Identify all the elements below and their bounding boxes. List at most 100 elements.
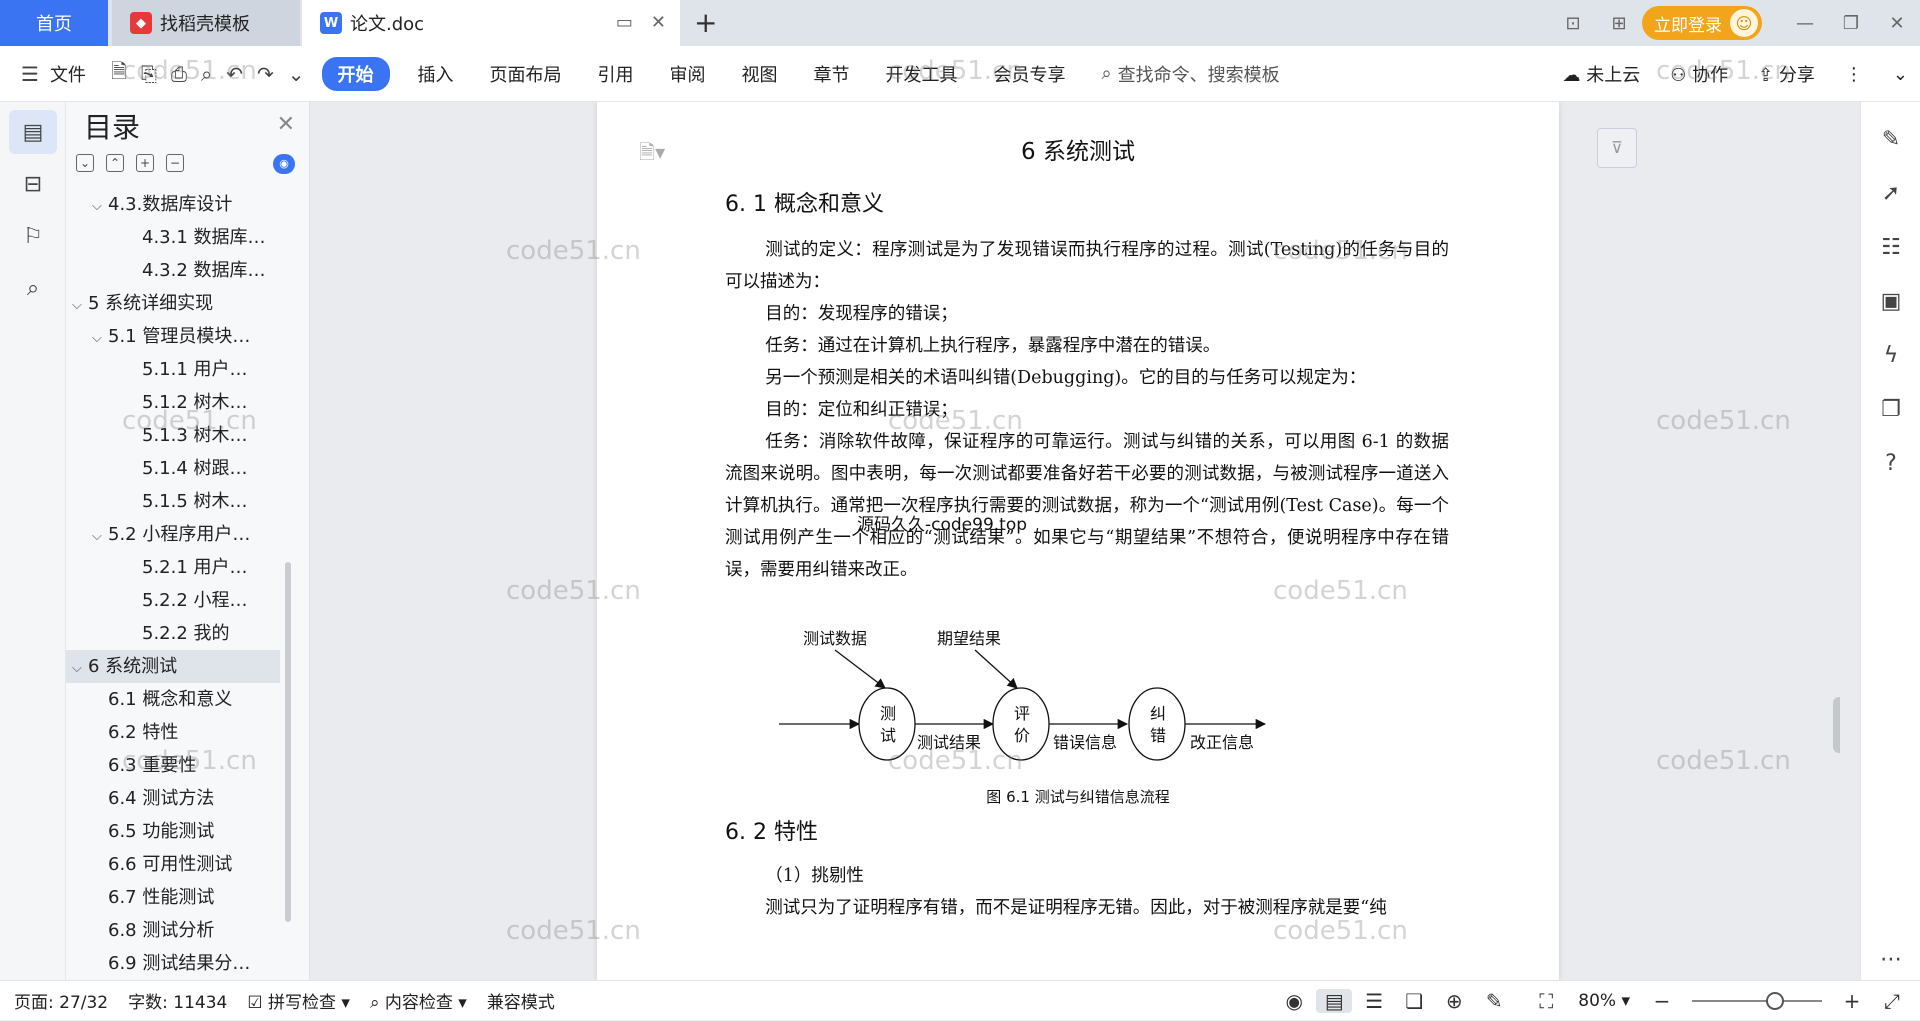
minimize-icon[interactable]: — (1782, 13, 1828, 34)
reading-layout-icon[interactable]: ⊡ (1550, 13, 1596, 34)
close-window-icon[interactable]: ✕ (1874, 13, 1920, 34)
command-search[interactable]: ⌕ 查找命令、搜索模板 (1102, 61, 1280, 87)
save-icon[interactable]: 🗎 (104, 57, 134, 91)
login-button[interactable]: 立即登录 ☺ (1642, 6, 1762, 40)
tab-review[interactable]: 审阅 (652, 61, 724, 87)
tab-member[interactable]: 会员专享 (976, 61, 1084, 87)
tab-references[interactable]: 引用 (580, 61, 652, 87)
fullscreen-icon[interactable]: ⤢ (1874, 989, 1910, 1013)
page-indicator[interactable]: 页面: 27/32 (0, 988, 118, 1013)
bookmark-icon[interactable]: ⚐ (9, 214, 57, 258)
toc-item[interactable]: ⌵5.2 小程序用户… (66, 518, 280, 551)
zoom-slider-knob[interactable] (1766, 992, 1784, 1010)
toc-item[interactable]: 5.1.2 树木… (66, 386, 280, 419)
toc-item[interactable]: 6.6 可用性测试 (66, 848, 280, 881)
vertical-scrollbar-thumb[interactable] (1833, 697, 1840, 753)
more-icon[interactable]: ⋮ (1833, 64, 1875, 85)
zoom-slider[interactable] (1692, 1000, 1822, 1002)
tab-view[interactable]: 视图 (724, 61, 796, 87)
close-icon[interactable]: ✕ (277, 112, 295, 137)
tab-document[interactable]: W 论文.doc ▭ ✕ (302, 0, 680, 46)
toc-item[interactable]: 4.3.1 数据库… (66, 221, 280, 254)
image-tools-icon[interactable]: ▣ (1861, 274, 1920, 328)
chevron-down-icon[interactable]: ⌵ (92, 520, 108, 551)
new-tab-button[interactable]: + (694, 6, 717, 39)
export-icon[interactable]: ⎘ (134, 62, 164, 86)
tab-docer-templates[interactable]: ◆ 找稻壳模板 (112, 0, 300, 46)
toc-visibility-icon[interactable]: ◉ (273, 154, 295, 174)
toc-item[interactable]: 5.1.5 树木… (66, 485, 280, 518)
content-check-button[interactable]: ⌕ 内容检查 ▾ (360, 988, 477, 1013)
chevron-down-icon[interactable]: ⌵ (72, 652, 88, 683)
toc-item[interactable]: 6.8 测试分析 (66, 914, 280, 947)
spell-check-button[interactable]: ☑ 拼写检查 ▾ (237, 988, 360, 1013)
undo-icon[interactable]: ↶ (219, 62, 250, 86)
file-menu[interactable]: 文件 (46, 61, 104, 87)
print-icon[interactable]: ⎙ (164, 62, 194, 86)
tab-page-layout[interactable]: 页面布局 (472, 61, 580, 87)
menu-icon[interactable]: ☰ (14, 62, 46, 86)
toc-item[interactable]: ⌵5.1 管理员模块… (66, 320, 280, 353)
cloud-status-button[interactable]: ☁ 未上云 (1551, 61, 1653, 87)
restore-icon[interactable]: ❐ (1828, 13, 1874, 34)
chevron-down-icon[interactable]: ⌵ (92, 322, 108, 353)
toc-item[interactable]: 5.2.2 我的 (66, 617, 280, 650)
toc-scrollbar[interactable] (285, 562, 291, 922)
close-tab-icon[interactable]: ✕ (651, 12, 666, 33)
window-mode-icon[interactable]: ▭ (616, 12, 633, 33)
toc-item[interactable]: ⌵6 系统测试 (66, 650, 280, 683)
document-page[interactable]: 🗎▾ 6 系统测试 6. 1 概念和意义 测试的定义：程序测试是为了发现错误而执… (597, 102, 1559, 980)
page-view-icon[interactable]: ▤ (1316, 989, 1352, 1013)
help-icon[interactable]: ? (1861, 436, 1920, 490)
toc-item[interactable]: ⌵5 系统详细实现 (66, 287, 280, 320)
word-count[interactable]: 字数: 11434 (118, 988, 237, 1013)
toc-item[interactable]: ⌵4.3.数据库设计 (66, 188, 280, 221)
quick-access-dropdown-icon[interactable]: ⌄ (281, 62, 312, 86)
toc-item[interactable]: 6.9 测试结果分… (66, 947, 280, 980)
toc-item[interactable]: 6.2 特性 (66, 716, 280, 749)
collaborate-button[interactable]: ⚇ 协作 (1658, 61, 1740, 87)
navigation-icon[interactable]: ⊟ (9, 162, 57, 206)
toc-item[interactable]: 6.1 概念和意义 (66, 683, 280, 716)
toc-item[interactable]: 5.1.3 树木… (66, 419, 280, 452)
toc-item[interactable]: 6.5 功能测试 (66, 815, 280, 848)
select-pointer-icon[interactable]: ➚ (1861, 166, 1920, 220)
find-icon[interactable]: ⌕ (9, 266, 57, 310)
settings-sliders-icon[interactable]: ☷ (1861, 220, 1920, 274)
reading-view-icon[interactable]: ❏ (1396, 989, 1432, 1013)
outline-view-icon[interactable]: ☰ (1356, 989, 1392, 1013)
print-preview-icon[interactable]: ⌕ (194, 62, 219, 86)
toc-item[interactable]: 6.7 性能测试 (66, 881, 280, 914)
book-search-icon[interactable]: ❐ (1861, 382, 1920, 436)
tab-home-ribbon[interactable]: 开始 (322, 57, 390, 91)
tab-home[interactable]: 首页 (0, 0, 108, 46)
chevron-down-icon[interactable]: ⌵ (92, 190, 108, 221)
lightning-icon[interactable]: ϟ (1861, 328, 1920, 382)
toc-item[interactable]: 5.2.1 用户… (66, 551, 280, 584)
redo-icon[interactable]: ↷ (250, 62, 281, 86)
apps-grid-icon[interactable]: ⊞ (1596, 13, 1642, 34)
collapse-all-icon[interactable]: ⌃ (106, 154, 124, 172)
toc-item[interactable]: 5.1.1 用户… (66, 353, 280, 386)
tab-chapter[interactable]: 章节 (796, 61, 868, 87)
eye-protection-icon[interactable]: ◉ (1276, 989, 1312, 1013)
zoom-level[interactable]: 80% ▾ (1568, 991, 1640, 1011)
toc-item[interactable]: 6.4 测试方法 (66, 782, 280, 815)
edit-pen-icon[interactable]: ✎ (1861, 112, 1920, 166)
zoom-out-icon[interactable]: − (1644, 989, 1680, 1013)
tab-insert[interactable]: 插入 (400, 61, 472, 87)
page-filter-icon[interactable]: ⊽ (1597, 128, 1637, 168)
toc-item[interactable]: 5.1.4 树跟… (66, 452, 280, 485)
web-view-icon[interactable]: ⊕ (1436, 989, 1472, 1013)
toc-panel-icon[interactable]: ▤ (9, 110, 57, 154)
pen-mode-icon[interactable]: ✎ (1476, 989, 1512, 1013)
more-dots-icon[interactable]: ⋯ (1861, 932, 1920, 986)
toc-item[interactable]: 5.2.2 小程… (66, 584, 280, 617)
zoom-in-icon[interactable]: + (1834, 989, 1870, 1013)
toc-item[interactable]: 4.3.2 数据库… (66, 254, 280, 287)
tab-developer[interactable]: 开发工具 (868, 61, 976, 87)
fit-page-icon[interactable]: ⛶ (1528, 989, 1564, 1013)
demote-icon[interactable]: − (166, 154, 184, 172)
chevron-down-icon[interactable]: ⌵ (72, 289, 88, 320)
expand-all-icon[interactable]: ⌄ (76, 154, 94, 172)
